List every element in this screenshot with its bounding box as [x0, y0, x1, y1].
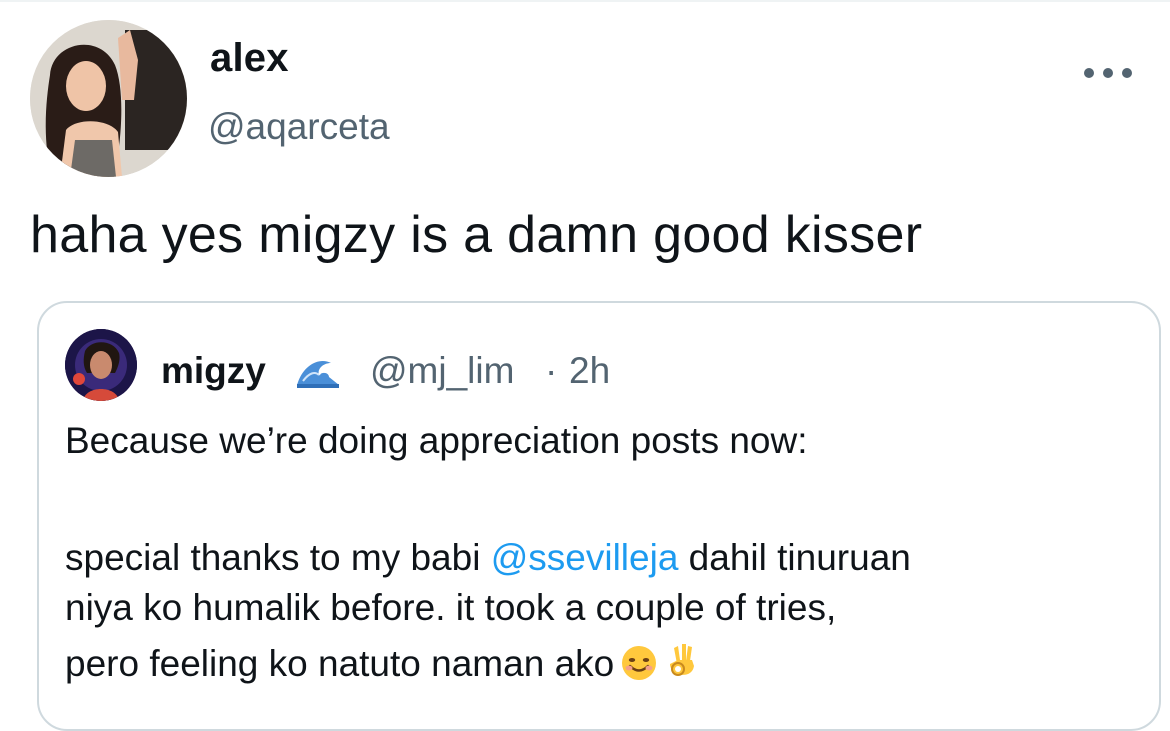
quoted-text-line-3: niya ko humalik before. it took a couple…: [65, 587, 837, 628]
author-handle[interactable]: @aqarceta: [208, 106, 390, 148]
author-display-name[interactable]: alex: [210, 36, 289, 81]
quoted-text-segment: special thanks to my babi: [65, 537, 491, 578]
quoted-text-line-4: pero feeling ko natuto naman ako: [65, 639, 698, 695]
quoted-author-display-name[interactable]: migzy: [161, 350, 266, 392]
smiling-face-emoji-icon: [620, 644, 658, 695]
ok-hand-emoji-icon: [664, 642, 698, 695]
tweet: alex @aqarceta haha yes migzy is a damn …: [0, 0, 1170, 731]
more-dots-icon: [1084, 68, 1094, 78]
tweet-text: haha yes migzy is a damn good kisser: [30, 206, 923, 264]
more-dots-icon-dot: [1122, 68, 1132, 78]
quoted-timestamp[interactable]: 2h: [569, 350, 610, 392]
wave-emoji-icon: [295, 355, 341, 389]
quoted-author-handle[interactable]: @mj_lim: [370, 350, 514, 392]
meta-separator: ·: [545, 350, 558, 391]
more-dots-icon-dot: [1103, 68, 1113, 78]
more-options-button[interactable]: [1084, 58, 1132, 88]
quoted-text-line-2: special thanks to my babi @ssevilleja da…: [65, 533, 911, 583]
author-avatar[interactable]: [30, 20, 187, 177]
quoted-text-segment: pero feeling ko natuto naman ako: [65, 643, 615, 684]
quoted-text-line-1: Because we’re doing appreciation posts n…: [65, 420, 808, 461]
quoted-tweet[interactable]: migzy @mj_lim · 2h Because we’re doing a…: [37, 301, 1161, 731]
quoted-author-avatar[interactable]: [65, 329, 137, 401]
mention-link[interactable]: @ssevilleja: [491, 537, 679, 578]
quoted-text-segment: dahil tinuruan: [678, 537, 911, 578]
